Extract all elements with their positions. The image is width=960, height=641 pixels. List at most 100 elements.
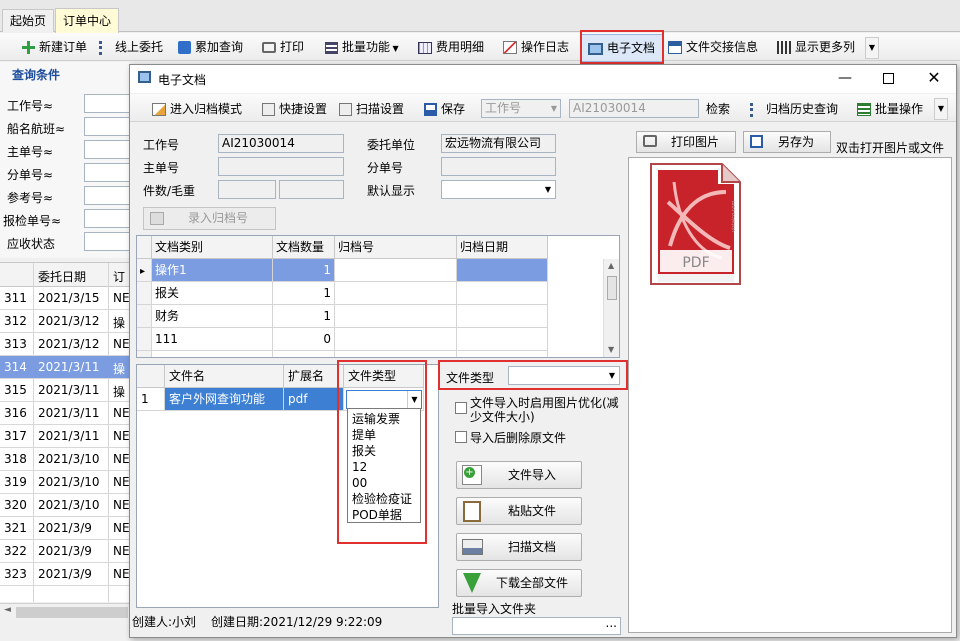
download-all-button[interactable]: 下载全部文件 xyxy=(456,569,582,597)
archive-mode-button[interactable]: 进入归档模式 xyxy=(152,98,242,120)
house-no-field[interactable] xyxy=(441,157,556,176)
table-row[interactable]: 320 2021/3/10 NE xyxy=(0,494,130,517)
doc-cell-archive-no[interactable] xyxy=(335,305,457,328)
consignor-field[interactable]: 宏远物流有限公司 xyxy=(441,134,556,153)
file-type-option[interactable]: 检验检疫证 xyxy=(348,491,420,507)
print-image-button[interactable]: 打印图片 xyxy=(636,131,736,153)
doc-cell-category[interactable]: 操作1 xyxy=(152,259,273,282)
file-type-cell-combo[interactable]: ▼ xyxy=(346,390,422,409)
row-indicator[interactable] xyxy=(137,328,152,351)
fee-detail-button[interactable]: 费用明细 xyxy=(418,36,484,58)
tab-order-center[interactable]: 订单中心 xyxy=(55,8,119,33)
master-no-field[interactable] xyxy=(218,157,344,176)
doc-cell-qty[interactable]: 1 xyxy=(273,305,335,328)
table-row[interactable]: 312 2021/3/12 操 xyxy=(0,310,130,333)
save-as-button[interactable]: 另存为 xyxy=(743,131,831,153)
tab-start[interactable]: 起始页 xyxy=(2,9,54,32)
file-type-option[interactable]: 提单 xyxy=(348,427,420,443)
folder-browse-button[interactable]: ... xyxy=(606,615,617,632)
row-indicator[interactable] xyxy=(137,305,152,328)
table-row[interactable]: 323 2021/3/9 NE xyxy=(0,563,130,586)
doc-cell-qty[interactable]: 0 xyxy=(273,328,335,351)
query-input-receivable[interactable] xyxy=(84,232,130,251)
file-type-option[interactable]: 报关 xyxy=(348,443,420,459)
query-input-ref[interactable] xyxy=(84,186,130,205)
pieces-field[interactable] xyxy=(218,180,276,199)
archive-history-button[interactable]: 归档历史查询 xyxy=(750,98,838,120)
new-order-button[interactable]: 新建订单 xyxy=(22,36,87,58)
file-type-option[interactable]: 运输发票 xyxy=(348,411,420,427)
table-row[interactable]: 321 2021/3/9 NE xyxy=(0,517,130,540)
row-indicator[interactable] xyxy=(137,282,152,305)
table-row[interactable]: 314 2021/3/11 操 xyxy=(0,356,130,379)
chevron-down-icon[interactable]: ▼ xyxy=(407,391,421,408)
doc-cell-archive-date[interactable] xyxy=(457,351,548,357)
online-consign-button[interactable]: 线上委托 xyxy=(99,36,163,58)
show-more-columns-button[interactable]: 显示更多列 xyxy=(777,36,855,58)
file-cell-ext[interactable]: pdf xyxy=(284,388,344,411)
query-input-house[interactable] xyxy=(84,163,130,182)
file-type-option[interactable]: POD单据 xyxy=(348,507,420,523)
doc-cell-category[interactable]: 111 xyxy=(152,328,273,351)
search-field-combo[interactable]: 工作号 ▼ xyxy=(481,99,561,118)
table-row[interactable]: 322 2021/3/9 NE xyxy=(0,540,130,563)
scroll-thumb[interactable] xyxy=(16,607,128,618)
print-button[interactable]: 打印 xyxy=(262,36,304,58)
query-input-vessel[interactable] xyxy=(84,117,130,136)
weight-field[interactable] xyxy=(279,180,344,199)
doc-cell-archive-date[interactable] xyxy=(457,305,548,328)
query-input-master[interactable] xyxy=(84,140,130,159)
file-handover-button[interactable]: 文件交接信息 xyxy=(668,36,758,58)
doc-cell-archive-date[interactable] xyxy=(457,282,548,305)
doc-cell-category[interactable]: 报关 xyxy=(152,282,273,305)
query-input-inspect[interactable] xyxy=(84,209,130,228)
close-button[interactable]: ✕ xyxy=(917,68,951,90)
search-value-input[interactable]: AI21030014 xyxy=(569,99,699,118)
batch-function-button[interactable]: 批量功能 ▼ xyxy=(325,36,399,58)
quick-settings-button[interactable]: 快捷设置 xyxy=(262,98,327,120)
maximize-button[interactable] xyxy=(872,68,906,90)
table-row[interactable]: 318 2021/3/10 NE xyxy=(0,448,130,471)
doc-cell-category[interactable]: 1212121 xyxy=(152,351,273,357)
file-type-option[interactable]: 00 xyxy=(348,475,420,491)
dialog-toolbar-overflow[interactable]: ▼ xyxy=(934,98,948,120)
file-cell-name[interactable]: 客户外网查询功能 xyxy=(165,388,284,411)
table-row[interactable]: 311 2021/3/15 NE xyxy=(0,287,130,310)
order-list-hscrollbar[interactable]: ◄ xyxy=(0,603,130,620)
search-button[interactable]: 检索 xyxy=(706,98,730,120)
batch-folder-input[interactable]: ... xyxy=(452,615,621,635)
query-input-work-no[interactable] xyxy=(84,94,130,113)
paste-file-button[interactable]: 粘贴文件 xyxy=(456,497,582,525)
op-log-button[interactable]: 操作日志 xyxy=(503,36,569,58)
doc-cell-qty[interactable]: 0 xyxy=(273,351,335,357)
table-row[interactable]: 317 2021/3/11 NE xyxy=(0,425,130,448)
doc-grid-vscrollbar[interactable]: ▲ ▼ xyxy=(603,259,619,357)
doc-cell-archive-no[interactable] xyxy=(335,328,457,351)
file-import-button[interactable]: + 文件导入 xyxy=(456,461,582,489)
table-row[interactable]: 315 2021/3/11 操 xyxy=(0,379,130,402)
doc-cell-qty[interactable]: 1 xyxy=(273,282,335,305)
edoc-button[interactable]: 电子文档 xyxy=(581,34,663,62)
delete-original-checkbox[interactable] xyxy=(455,431,467,443)
doc-cell-category[interactable]: 财务 xyxy=(152,305,273,328)
accum-query-button[interactable]: 累加查询 xyxy=(178,36,243,58)
batch-operation-button[interactable]: 批量操作 xyxy=(857,98,923,120)
row-indicator[interactable]: ▸ xyxy=(137,259,152,282)
save-button[interactable]: 保存 xyxy=(424,98,465,120)
doc-cell-archive-no[interactable] xyxy=(335,282,457,305)
scan-settings-button[interactable]: 扫描设置 xyxy=(339,98,404,120)
work-no-field[interactable]: AI21030014 xyxy=(218,134,344,153)
doc-cell-archive-date[interactable] xyxy=(457,259,548,282)
doc-cell-archive-no[interactable] xyxy=(335,351,457,357)
doc-cell-archive-no[interactable] xyxy=(335,259,457,282)
table-row[interactable]: 316 2021/3/11 NE xyxy=(0,402,130,425)
table-row[interactable]: 319 2021/3/10 NE xyxy=(0,471,130,494)
doc-cell-qty[interactable]: 1 xyxy=(273,259,335,282)
minimize-button[interactable]: — xyxy=(828,68,862,90)
row-indicator[interactable] xyxy=(137,351,152,357)
doc-cell-archive-date[interactable] xyxy=(457,328,548,351)
compress-checkbox[interactable] xyxy=(455,402,467,414)
table-row[interactable]: 313 2021/3/12 NE xyxy=(0,333,130,356)
enter-archive-no-button[interactable]: 录入归档号 xyxy=(143,207,276,230)
pdf-file-thumbnail[interactable]: PDF vistaico.com xyxy=(648,162,742,286)
